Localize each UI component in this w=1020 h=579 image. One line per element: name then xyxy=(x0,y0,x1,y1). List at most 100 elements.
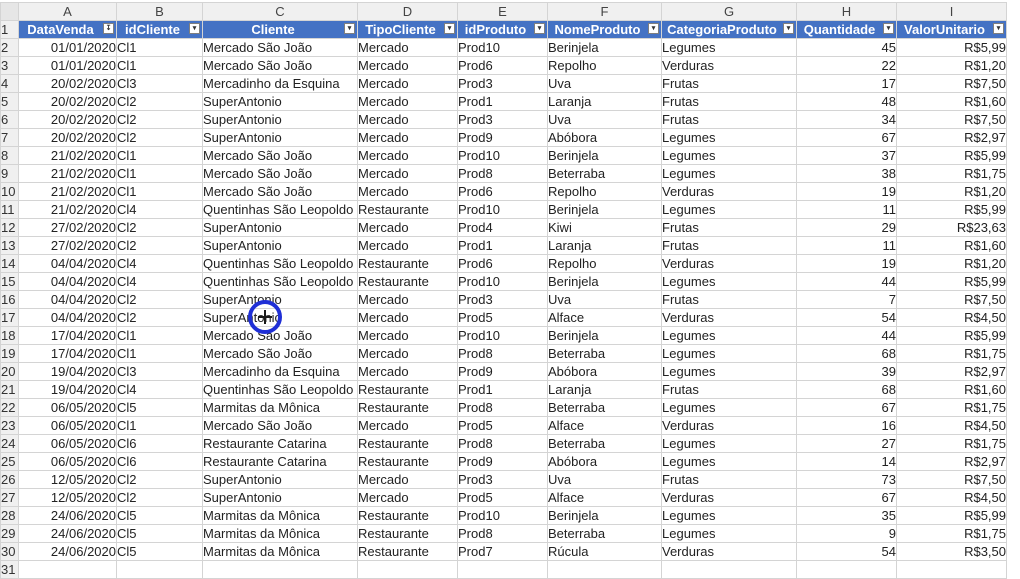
cell-nomeproduto[interactable]: Berinjela xyxy=(547,272,662,291)
cell-tipocliente[interactable]: Mercado xyxy=(357,38,458,57)
cell-valorunitario[interactable]: R$2,97 xyxy=(896,362,1007,381)
cell-idproduto[interactable]: Prod9 xyxy=(457,452,548,471)
cell-nomeproduto[interactable]: Repolho xyxy=(547,254,662,273)
row-number[interactable]: 13 xyxy=(0,236,19,255)
cell-idcliente[interactable]: Cl1 xyxy=(116,326,203,345)
cell-categoriaproduto[interactable]: Legumes xyxy=(661,146,797,165)
cell-cliente[interactable]: Restaurante Catarina xyxy=(202,434,358,453)
cell-cliente[interactable]: Marmitas da Mônica xyxy=(202,524,358,543)
cell-valorunitario[interactable]: R$1,20 xyxy=(896,254,1007,273)
cell-categoriaproduto[interactable]: Legumes xyxy=(661,398,797,417)
cell-valorunitario[interactable]: R$4,50 xyxy=(896,416,1007,435)
cell-valorunitario[interactable]: R$4,50 xyxy=(896,308,1007,327)
cell-quantidade[interactable]: 44 xyxy=(796,326,897,345)
cell-idproduto[interactable]: Prod1 xyxy=(457,92,548,111)
cell-quantidade[interactable]: 45 xyxy=(796,38,897,57)
cell-cliente[interactable]: SuperAntonio xyxy=(202,92,358,111)
cell-valorunitario[interactable]: R$5,99 xyxy=(896,506,1007,525)
cell-tipocliente[interactable]: Mercado xyxy=(357,56,458,75)
cell-cliente[interactable]: Mercadinho da Esquina xyxy=(202,74,358,93)
cell-tipocliente[interactable]: Mercado xyxy=(357,344,458,363)
cell-idproduto[interactable]: Prod8 xyxy=(457,164,548,183)
cell-idproduto[interactable]: Prod10 xyxy=(457,272,548,291)
cell-quantidade[interactable]: 67 xyxy=(796,488,897,507)
cell-idproduto[interactable]: Prod8 xyxy=(457,524,548,543)
cell-idproduto[interactable]: Prod3 xyxy=(457,290,548,309)
cell-quantidade[interactable]: 39 xyxy=(796,362,897,381)
cell-quantidade[interactable]: 16 xyxy=(796,416,897,435)
cell-nomeproduto[interactable]: Berinjela xyxy=(547,326,662,345)
cell-cliente[interactable]: Mercado São João xyxy=(202,56,358,75)
cell-idcliente[interactable]: Cl5 xyxy=(116,398,203,417)
column-header-d[interactable]: D xyxy=(357,2,458,21)
cell-datavenda[interactable]: 17/04/2020 xyxy=(18,344,117,363)
row-number[interactable]: 9 xyxy=(0,164,19,183)
empty-cell[interactable] xyxy=(202,560,358,579)
cell-valorunitario[interactable]: R$1,75 xyxy=(896,434,1007,453)
cell-quantidade[interactable]: 27 xyxy=(796,434,897,453)
cell-datavenda[interactable]: 24/06/2020 xyxy=(18,506,117,525)
cell-datavenda[interactable]: 20/02/2020 xyxy=(18,74,117,93)
cell-valorunitario[interactable]: R$4,50 xyxy=(896,488,1007,507)
cell-nomeproduto[interactable]: Uva xyxy=(547,470,662,489)
cell-nomeproduto[interactable]: Repolho xyxy=(547,56,662,75)
cell-cliente[interactable]: Mercado São João xyxy=(202,416,358,435)
cell-cliente[interactable]: Mercado São João xyxy=(202,182,358,201)
row-number[interactable]: 7 xyxy=(0,128,19,147)
cell-idproduto[interactable]: Prod5 xyxy=(457,488,548,507)
cell-valorunitario[interactable]: R$5,99 xyxy=(896,200,1007,219)
cell-idcliente[interactable]: Cl6 xyxy=(116,434,203,453)
cell-idproduto[interactable]: Prod1 xyxy=(457,380,548,399)
cell-quantidade[interactable]: 14 xyxy=(796,452,897,471)
row-number[interactable]: 1 xyxy=(0,20,19,39)
cell-idcliente[interactable]: Cl2 xyxy=(116,92,203,111)
empty-cell[interactable] xyxy=(896,560,1007,579)
cell-valorunitario[interactable]: R$5,99 xyxy=(896,272,1007,291)
cell-datavenda[interactable]: 24/06/2020 xyxy=(18,524,117,543)
cell-idproduto[interactable]: Prod10 xyxy=(457,506,548,525)
cell-datavenda[interactable]: 21/02/2020 xyxy=(18,182,117,201)
empty-cell[interactable] xyxy=(357,560,458,579)
cell-cliente[interactable]: SuperAntonio xyxy=(202,110,358,129)
cell-categoriaproduto[interactable]: Frutas xyxy=(661,110,797,129)
cell-valorunitario[interactable]: R$1,75 xyxy=(896,164,1007,183)
filter-dropdown-icon[interactable]: ▾ xyxy=(344,23,355,34)
filter-dropdown-icon[interactable]: ▾ xyxy=(648,23,659,34)
cell-tipocliente[interactable]: Mercado xyxy=(357,290,458,309)
cell-categoriaproduto[interactable]: Frutas xyxy=(661,92,797,111)
cell-cliente[interactable]: Mercado São João xyxy=(202,146,358,165)
cell-categoriaproduto[interactable]: Legumes xyxy=(661,38,797,57)
row-number[interactable]: 4 xyxy=(0,74,19,93)
row-number[interactable]: 31 xyxy=(0,560,19,579)
cell-datavenda[interactable]: 04/04/2020 xyxy=(18,290,117,309)
cell-cliente[interactable]: Restaurante Catarina xyxy=(202,452,358,471)
cell-valorunitario[interactable]: R$23,63 xyxy=(896,218,1007,237)
cell-idproduto[interactable]: Prod10 xyxy=(457,326,548,345)
cell-tipocliente[interactable]: Restaurante xyxy=(357,452,458,471)
cell-quantidade[interactable]: 67 xyxy=(796,128,897,147)
cell-idcliente[interactable]: Cl4 xyxy=(116,272,203,291)
cell-nomeproduto[interactable]: Abóbora xyxy=(547,128,662,147)
cell-quantidade[interactable]: 17 xyxy=(796,74,897,93)
cell-idproduto[interactable]: Prod10 xyxy=(457,200,548,219)
cell-idcliente[interactable]: Cl2 xyxy=(116,218,203,237)
cell-idcliente[interactable]: Cl2 xyxy=(116,290,203,309)
cell-nomeproduto[interactable]: Beterraba xyxy=(547,434,662,453)
cell-tipocliente[interactable]: Mercado xyxy=(357,326,458,345)
cell-cliente[interactable]: Quentinhas São Leopoldo xyxy=(202,380,358,399)
cell-idcliente[interactable]: Cl2 xyxy=(116,488,203,507)
cell-datavenda[interactable]: 27/02/2020 xyxy=(18,218,117,237)
row-number[interactable]: 21 xyxy=(0,380,19,399)
cell-valorunitario[interactable]: R$1,75 xyxy=(896,344,1007,363)
cell-nomeproduto[interactable]: Alface xyxy=(547,488,662,507)
column-header-g[interactable]: G xyxy=(661,2,797,21)
cell-datavenda[interactable]: 21/02/2020 xyxy=(18,200,117,219)
column-header-c[interactable]: C xyxy=(202,2,358,21)
cell-tipocliente[interactable]: Mercado xyxy=(357,470,458,489)
cell-datavenda[interactable]: 04/04/2020 xyxy=(18,254,117,273)
cell-nomeproduto[interactable]: Uva xyxy=(547,290,662,309)
empty-cell[interactable] xyxy=(796,560,897,579)
cell-idproduto[interactable]: Prod6 xyxy=(457,56,548,75)
cell-quantidade[interactable]: 19 xyxy=(796,182,897,201)
cell-categoriaproduto[interactable]: Legumes xyxy=(661,344,797,363)
